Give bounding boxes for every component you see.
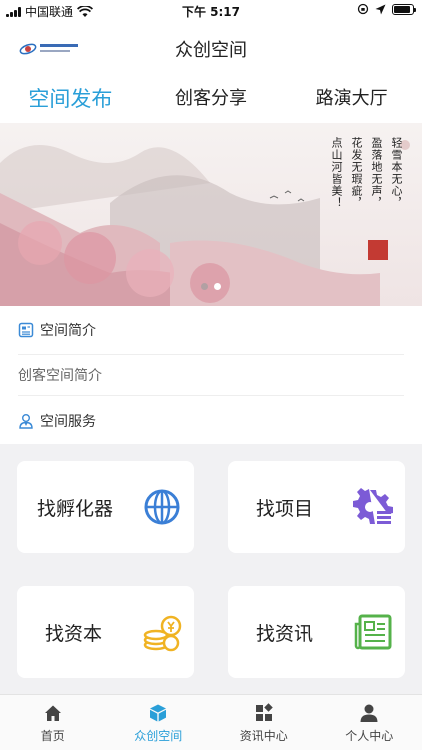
newspaper-icon <box>354 614 392 650</box>
status-bar: 中国联通 下午 5:17 <box>0 0 422 22</box>
poem-column: 轻雪本无心， <box>390 137 403 209</box>
carousel-dot-active[interactable] <box>214 283 221 290</box>
space-intro-heading: 空间简介 <box>40 323 96 339</box>
bottom-tab-news-center[interactable]: 资讯中心 <box>211 695 317 750</box>
carousel-dot[interactable] <box>201 283 208 290</box>
poem-column: 点山河皆美！ <box>330 137 343 209</box>
service-person-icon <box>19 414 33 429</box>
find-project-card[interactable]: 找项目 <box>228 461 405 553</box>
space-services-header: 空间服务 <box>18 399 404 443</box>
bottom-tab-label: 个人中心 <box>345 729 394 743</box>
cube-icon <box>150 704 167 722</box>
nav-header: 众创空间 <box>0 22 422 74</box>
find-incubator-card[interactable]: 找孵化器 <box>17 461 194 553</box>
tab-roadshow-hall[interactable]: 路演大厅 <box>281 80 422 122</box>
bottom-tab-label: 首页 <box>40 729 65 743</box>
carousel-dots <box>0 283 422 290</box>
home-icon <box>44 705 61 721</box>
find-project-label: 找项目 <box>256 498 314 520</box>
user-icon <box>360 704 378 722</box>
bottom-tab-profile[interactable]: 个人中心 <box>317 695 422 750</box>
space-services-heading: 空间服务 <box>40 414 96 430</box>
find-news-card[interactable]: 找资讯 <box>228 586 405 678</box>
top-tabs: 空间发布 创客分享 路演大厅 <box>0 80 422 122</box>
tab-space-publish[interactable]: 空间发布 <box>0 80 141 122</box>
banner-poem: 轻雪本无心， 盈落地无声， 花发无瑕疵， 点山河皆美！ <box>328 137 404 209</box>
location-icon <box>375 4 386 14</box>
intro-doc-icon <box>18 322 34 338</box>
tab-maker-share[interactable]: 创客分享 <box>141 80 282 122</box>
rotation-lock-icon <box>357 3 369 15</box>
gear-list-icon <box>353 488 393 524</box>
banner-carousel[interactable]: 轻雪本无心， 盈落地无声， 花发无瑕疵， 点山河皆美！ <box>0 123 422 306</box>
poem-column: 盈落地无声， <box>370 137 383 209</box>
grid-icon <box>255 703 273 721</box>
find-capital-card[interactable]: 找资本 <box>17 586 194 678</box>
bottom-tab-maker-space[interactable]: 众创空间 <box>106 695 212 750</box>
bottom-tab-label: 资讯中心 <box>239 729 288 743</box>
space-intro-text: 创客空间简介 <box>18 354 404 396</box>
battery-icon <box>392 3 416 15</box>
coins-icon <box>143 615 182 652</box>
poem-column: 花发无瑕疵， <box>350 137 363 209</box>
services-grid: 找孵化器 找项目 找资本 找资讯 <box>0 444 422 694</box>
bottom-tab-label: 众创空间 <box>134 729 183 743</box>
bottom-tab-bar: 首页 众创空间 资讯中心 个人中心 <box>0 694 422 750</box>
globe-icon <box>144 489 180 525</box>
bottom-tab-home[interactable]: 首页 <box>0 695 106 750</box>
page-title: 众创空间 <box>175 40 247 61</box>
find-news-label: 找资讯 <box>256 623 314 645</box>
find-capital-label: 找资本 <box>45 623 103 645</box>
space-intro-header: 空间简介 <box>18 308 404 352</box>
find-incubator-label: 找孵化器 <box>37 498 114 520</box>
